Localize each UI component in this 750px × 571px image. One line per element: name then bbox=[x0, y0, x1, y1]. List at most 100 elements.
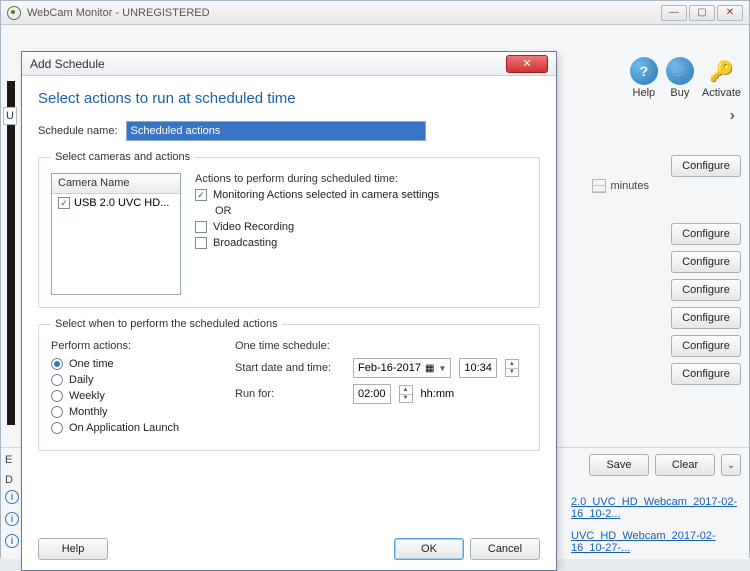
dialog-help-button[interactable]: Help bbox=[38, 538, 108, 560]
window-title: WebCam Monitor - UNREGISTERED bbox=[27, 7, 661, 19]
group1-legend: Select cameras and actions bbox=[51, 151, 194, 163]
main-titlebar: WebCam Monitor - UNREGISTERED — ▢ ✕ bbox=[1, 1, 749, 25]
opt-weekly[interactable]: Weekly bbox=[51, 390, 211, 402]
opt-weekly-label: Weekly bbox=[69, 390, 105, 402]
ok-button[interactable]: OK bbox=[394, 538, 464, 560]
runfor-spinner[interactable]: ▲▼ bbox=[399, 385, 413, 403]
info-icons: i i i bbox=[5, 490, 19, 548]
buy-label: Buy bbox=[670, 87, 689, 99]
group2-legend: Select when to perform the scheduled act… bbox=[51, 318, 282, 330]
camera-item-label: USB 2.0 UVC HD... bbox=[74, 197, 169, 209]
chevron-right-icon[interactable]: › bbox=[730, 107, 735, 125]
opt-launch[interactable]: On Application Launch bbox=[51, 422, 211, 434]
time-spinner[interactable]: ▲▼ bbox=[505, 359, 519, 377]
clear-button[interactable]: Clear bbox=[655, 454, 715, 476]
info-icon[interactable]: i bbox=[5, 512, 19, 526]
help-label: Help bbox=[633, 87, 656, 99]
file-link-1[interactable]: 2.0_UVC_HD_Webcam_2017-02-16_10-2... bbox=[571, 496, 749, 520]
info-icon[interactable]: i bbox=[5, 534, 19, 548]
expand-chevron-icon[interactable]: ⌄ bbox=[721, 454, 741, 476]
minutes-row: minutes bbox=[592, 179, 649, 193]
schedule-name-input[interactable] bbox=[126, 121, 426, 141]
video-checkbox[interactable] bbox=[195, 221, 207, 233]
start-time-input[interactable]: 10:34 bbox=[459, 358, 497, 378]
dialog-title: Add Schedule bbox=[30, 57, 506, 71]
start-date-input[interactable]: Feb-16-2017 ▦ ▼ bbox=[353, 358, 451, 378]
opt-monthly[interactable]: Monthly bbox=[51, 406, 211, 418]
camera-listbox[interactable]: Camera Name ✓ USB 2.0 UVC HD... bbox=[51, 173, 181, 295]
start-label: Start date and time: bbox=[235, 362, 345, 374]
app-icon bbox=[7, 6, 21, 20]
configure-column: Configure Configure Configure Configure … bbox=[671, 155, 741, 385]
dialog-heading: Select actions to run at scheduled time bbox=[38, 90, 540, 107]
save-button[interactable]: Save bbox=[589, 454, 649, 476]
radio-onetime[interactable] bbox=[51, 358, 63, 370]
key-icon: 🔑 bbox=[707, 57, 735, 85]
ots-label: One time schedule: bbox=[235, 340, 527, 352]
close-button[interactable]: ✕ bbox=[717, 5, 743, 21]
broadcast-checkbox[interactable] bbox=[195, 237, 207, 249]
calendar-icon: ▦ bbox=[425, 363, 434, 374]
radio-daily[interactable] bbox=[51, 374, 63, 386]
monitoring-checkbox[interactable]: ✓ bbox=[195, 189, 207, 201]
actions-label: Actions to perform during scheduled time… bbox=[195, 173, 527, 185]
minutes-label: minutes bbox=[610, 180, 649, 192]
radio-monthly[interactable] bbox=[51, 406, 63, 418]
configure-button-3[interactable]: Configure bbox=[671, 251, 741, 273]
file-link-2[interactable]: UVC_HD_Webcam_2017-02-16_10-27-... bbox=[571, 530, 749, 554]
runfor-value: 02:00 bbox=[358, 388, 386, 400]
minutes-spinner[interactable] bbox=[592, 179, 606, 193]
broadcast-label: Broadcasting bbox=[213, 237, 277, 249]
radio-weekly[interactable] bbox=[51, 390, 63, 402]
chevron-down-icon: ▼ bbox=[438, 364, 446, 373]
opt-daily-label: Daily bbox=[69, 374, 93, 386]
configure-button-2[interactable]: Configure bbox=[671, 223, 741, 245]
or-text: OR bbox=[215, 205, 527, 217]
camera-header: Camera Name bbox=[52, 174, 180, 194]
camera-item[interactable]: ✓ USB 2.0 UVC HD... bbox=[52, 194, 180, 212]
runfor-input[interactable]: 02:00 bbox=[353, 384, 391, 404]
runfor-unit: hh:mm bbox=[421, 388, 455, 400]
start-time-value: 10:34 bbox=[464, 362, 492, 374]
left-letter-d: D bbox=[5, 474, 13, 486]
preview-strip bbox=[7, 81, 15, 425]
opt-launch-label: On Application Launch bbox=[69, 422, 179, 434]
cart-icon: 🛒 bbox=[666, 57, 694, 85]
main-body: U ? Help 🛒 Buy 🔑 Activate › minutes Conf… bbox=[1, 25, 749, 559]
opt-onetime[interactable]: One time bbox=[51, 358, 211, 370]
configure-button-5[interactable]: Configure bbox=[671, 307, 741, 329]
maximize-button[interactable]: ▢ bbox=[689, 5, 715, 21]
start-date-value: Feb-16-2017 bbox=[358, 362, 421, 374]
main-window: WebCam Monitor - UNREGISTERED — ▢ ✕ U ? … bbox=[0, 0, 750, 558]
cancel-button[interactable]: Cancel bbox=[470, 538, 540, 560]
dialog-titlebar: Add Schedule ✕ bbox=[22, 52, 556, 76]
help-icon: ? bbox=[630, 57, 658, 85]
configure-button-1[interactable]: Configure bbox=[671, 155, 741, 177]
left-letter-e: E bbox=[5, 454, 13, 466]
video-label: Video Recording bbox=[213, 221, 294, 233]
dialog-close-button[interactable]: ✕ bbox=[506, 55, 548, 73]
configure-button-4[interactable]: Configure bbox=[671, 279, 741, 301]
opt-monthly-label: Monthly bbox=[69, 406, 108, 418]
add-schedule-dialog: Add Schedule ✕ Select actions to run at … bbox=[21, 51, 557, 571]
help-tool[interactable]: ? Help bbox=[630, 57, 658, 99]
radio-launch[interactable] bbox=[51, 422, 63, 434]
activate-label: Activate bbox=[702, 87, 741, 99]
opt-daily[interactable]: Daily bbox=[51, 374, 211, 386]
left-u-box: U bbox=[3, 107, 17, 125]
toolbar-right: ? Help 🛒 Buy 🔑 Activate bbox=[630, 57, 741, 99]
camera-checkbox[interactable]: ✓ bbox=[58, 197, 70, 209]
perform-label: Perform actions: bbox=[51, 340, 211, 352]
cameras-actions-group: Select cameras and actions Camera Name ✓… bbox=[38, 151, 540, 308]
minimize-button[interactable]: — bbox=[661, 5, 687, 21]
when-group: Select when to perform the scheduled act… bbox=[38, 318, 540, 451]
opt-onetime-label: One time bbox=[69, 358, 114, 370]
configure-button-7[interactable]: Configure bbox=[671, 363, 741, 385]
activate-tool[interactable]: 🔑 Activate bbox=[702, 57, 741, 99]
info-icon[interactable]: i bbox=[5, 490, 19, 504]
monitoring-label: Monitoring Actions selected in camera se… bbox=[213, 189, 439, 201]
buy-tool[interactable]: 🛒 Buy bbox=[666, 57, 694, 99]
schedule-name-label: Schedule name: bbox=[38, 125, 118, 137]
runfor-label: Run for: bbox=[235, 388, 345, 400]
configure-button-6[interactable]: Configure bbox=[671, 335, 741, 357]
